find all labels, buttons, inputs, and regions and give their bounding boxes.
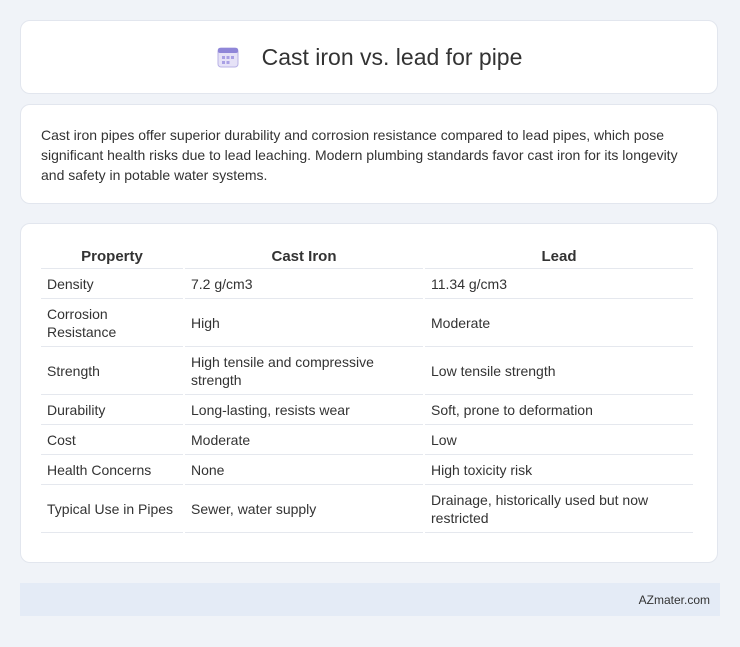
table-row: Typical Use in Pipes Sewer, water supply…	[41, 485, 693, 533]
cast-iron-cell: High tensile and compressive strength	[185, 347, 423, 395]
intro-card: Cast iron pipes offer superior durabilit…	[20, 104, 718, 204]
cast-iron-cell: 7.2 g/cm3	[185, 269, 423, 299]
lead-cell: Drainage, historically used but now rest…	[425, 485, 693, 533]
table-row: Corrosion Resistance High Moderate	[41, 299, 693, 347]
lead-cell: Low tensile strength	[425, 347, 693, 395]
cast-iron-cell: Long-lasting, resists wear	[185, 395, 423, 425]
property-cell: Durability	[41, 395, 183, 425]
property-cell: Cost	[41, 425, 183, 455]
table-row: Durability Long-lasting, resists wear So…	[41, 395, 693, 425]
lead-cell: Low	[425, 425, 693, 455]
lead-cell: Moderate	[425, 299, 693, 347]
header-lead: Lead	[425, 244, 693, 269]
table-header-row: Property Cast Iron Lead	[41, 244, 693, 269]
lead-cell: High toxicity risk	[425, 455, 693, 485]
table-row: Density 7.2 g/cm3 11.34 g/cm3	[41, 269, 693, 299]
comparison-table: Property Cast Iron Lead Density 7.2 g/cm…	[39, 244, 695, 533]
intro-text: Cast iron pipes offer superior durabilit…	[41, 127, 678, 183]
calendar-icon	[217, 47, 239, 68]
header-cast-iron: Cast Iron	[185, 244, 423, 269]
comparison-card: Property Cast Iron Lead Density 7.2 g/cm…	[20, 223, 718, 563]
table-row: Health Concerns None High toxicity risk	[41, 455, 693, 485]
cast-iron-cell: High	[185, 299, 423, 347]
title-card: Cast iron vs. lead for pipe	[20, 20, 718, 94]
header-property: Property	[41, 244, 183, 269]
property-cell: Density	[41, 269, 183, 299]
lead-cell: 11.34 g/cm3	[425, 269, 693, 299]
property-cell: Typical Use in Pipes	[41, 485, 183, 533]
lead-cell: Soft, prone to deformation	[425, 395, 693, 425]
cast-iron-cell: Sewer, water supply	[185, 485, 423, 533]
footer-site-link[interactable]: AZmater.com	[639, 593, 710, 607]
property-cell: Strength	[41, 347, 183, 395]
title-wrap: Cast iron vs. lead for pipe	[216, 43, 523, 71]
property-cell: Corrosion Resistance	[41, 299, 183, 347]
table-row: Strength High tensile and compressive st…	[41, 347, 693, 395]
cast-iron-cell: Moderate	[185, 425, 423, 455]
footer: AZmater.com	[20, 583, 720, 616]
cast-iron-cell: None	[185, 455, 423, 485]
property-cell: Health Concerns	[41, 455, 183, 485]
table-row: Cost Moderate Low	[41, 425, 693, 455]
page-title: Cast iron vs. lead for pipe	[261, 43, 523, 70]
